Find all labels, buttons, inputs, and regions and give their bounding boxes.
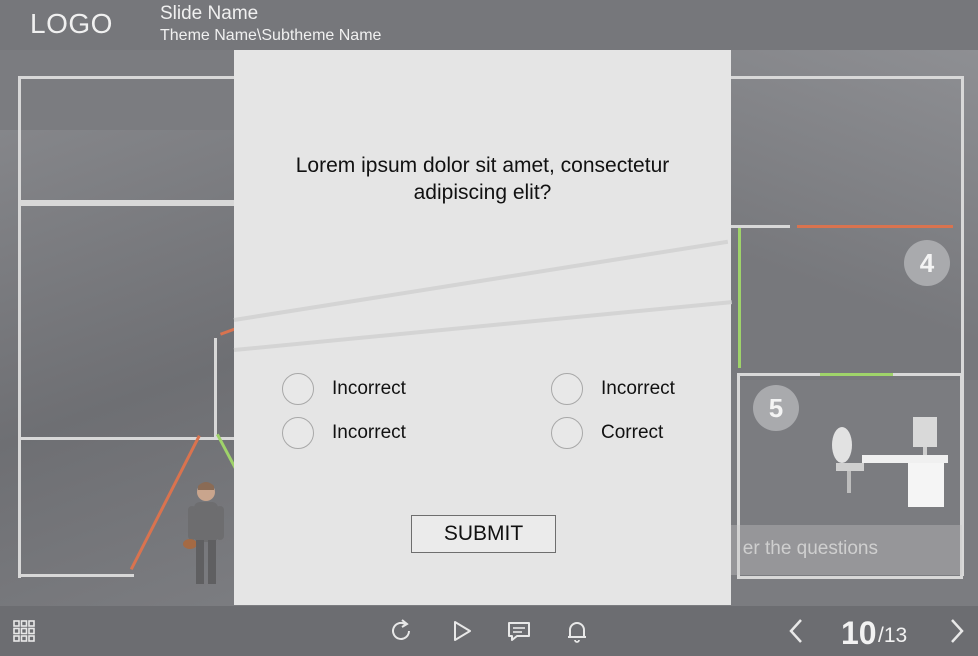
header-bar: LOGO Slide Name Theme Name\Subtheme Name [0, 0, 978, 50]
room-number-badge: 4 [904, 240, 950, 286]
wall-line [728, 76, 964, 79]
radio-button[interactable] [282, 373, 314, 405]
path-green [820, 373, 893, 376]
answer-label: Incorrect [332, 378, 406, 399]
theme-name: Theme Name\Subtheme Name [160, 27, 382, 44]
answer-prompt-bar: er the questions [718, 525, 962, 575]
replay-icon[interactable] [387, 617, 415, 645]
answer-option[interactable]: Incorrect [282, 417, 406, 449]
answer-option[interactable]: Incorrect [282, 373, 406, 405]
radio-button[interactable] [551, 417, 583, 449]
wall-line [214, 338, 217, 438]
slide-name: Slide Name [160, 3, 259, 24]
answer-label: Incorrect [601, 378, 675, 399]
bell-icon[interactable] [563, 617, 591, 645]
chat-icon[interactable] [505, 617, 533, 645]
radio-button[interactable] [551, 373, 583, 405]
current-page-number: 10 [841, 615, 877, 651]
answer-option[interactable]: Incorrect [551, 373, 675, 405]
desk-photo [730, 50, 978, 380]
answer-label: Correct [601, 422, 664, 443]
total-pages: /13 [878, 624, 908, 647]
logo: LOGO [30, 8, 113, 39]
prev-arrow-icon[interactable] [783, 617, 811, 645]
answer-prompt-text: er the questions [742, 538, 878, 559]
submit-button[interactable]: SUBMIT [411, 515, 556, 553]
wall-line [18, 433, 21, 578]
grid-menu-icon[interactable] [12, 617, 40, 645]
question-text: Lorem ipsum dolor sit amet, consectetur … [295, 154, 670, 204]
player-controls-bar: 10 /13 [0, 606, 978, 656]
path-green [738, 228, 741, 368]
floor-room [18, 76, 248, 206]
quiz-dialog: Lorem ipsum dolor sit amet, consectetur … [233, 50, 732, 605]
next-arrow-icon[interactable] [942, 617, 970, 645]
person-figure [183, 482, 224, 584]
desk-illustration [832, 417, 948, 507]
answer-option[interactable]: Correct [551, 417, 663, 449]
answer-label: Incorrect [332, 422, 406, 443]
play-icon[interactable] [448, 617, 476, 645]
room-number-badge: 5 [753, 385, 799, 431]
wall-line [18, 574, 134, 577]
radio-button[interactable] [282, 417, 314, 449]
path-orange [797, 225, 953, 228]
